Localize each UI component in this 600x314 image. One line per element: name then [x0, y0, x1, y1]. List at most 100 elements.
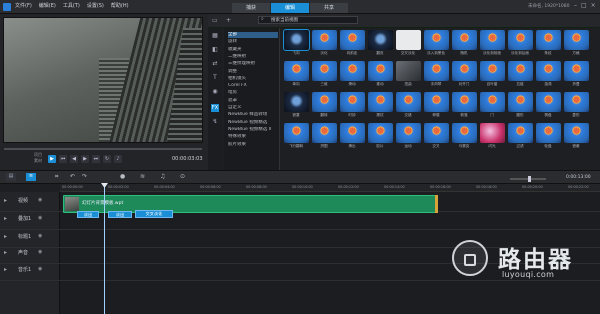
folder-item[interactable]: NewBlue 视频精选 II — [228, 127, 278, 133]
transition-thumbnail[interactable] — [536, 92, 561, 112]
zoom-knob[interactable] — [528, 176, 531, 182]
transition-thumbnail[interactable] — [452, 92, 477, 112]
folder-item[interactable]: NewBlue 视频精选 — [228, 120, 278, 126]
player-timecode[interactable]: 00:00:03:03 — [172, 156, 203, 162]
minimize-icon[interactable]: – — [574, 2, 577, 9]
transition-thumbnail[interactable] — [508, 92, 533, 112]
undo-icon[interactable]: ↶ — [70, 173, 75, 180]
transition-thumbnail[interactable] — [424, 61, 449, 81]
transition-thumbnail[interactable] — [536, 61, 561, 81]
transition-thumbnail[interactable] — [564, 61, 589, 81]
track-visibility-icon[interactable]: ◉ — [38, 197, 42, 203]
title-icon[interactable]: T — [211, 74, 219, 82]
folder-item[interactable]: 旋转 — [228, 39, 278, 45]
track-toggle-icon[interactable]: ▸ — [4, 249, 7, 256]
add-icon[interactable]: + — [226, 17, 231, 24]
transition-thumbnail[interactable] — [508, 123, 533, 143]
prev-frame-icon[interactable]: ◀ — [70, 155, 78, 163]
transition-thumbnail[interactable] — [312, 61, 337, 81]
transition-thumbnail[interactable] — [368, 92, 393, 112]
folder-item[interactable]: 遮罩 — [228, 98, 278, 104]
folder-item[interactable]: 胶片效果 — [228, 142, 278, 148]
motion-track-icon[interactable]: ⊙ — [180, 173, 185, 180]
folder-item[interactable]: 收藏夹 — [228, 47, 278, 53]
transition-thumbnail[interactable] — [536, 123, 561, 143]
tracks-manager-icon[interactable]: ⌗ — [55, 173, 58, 181]
transition-thumbnail[interactable] — [283, 29, 310, 51]
transition-thumbnail[interactable] — [284, 61, 309, 81]
track-visibility-icon[interactable]: ◉ — [38, 249, 42, 255]
transition-thumbnail[interactable] — [424, 30, 449, 50]
transition-thumbnail[interactable] — [340, 61, 365, 81]
transition-thumbnail[interactable] — [564, 30, 589, 50]
transition-thumbnail[interactable] — [452, 30, 477, 50]
transition-thumbnail[interactable] — [340, 123, 365, 143]
menu-edit[interactable]: 编辑(E) — [39, 2, 56, 11]
menu-file[interactable]: 文件(F) — [15, 2, 32, 11]
auto-music-icon[interactable]: ♫ — [160, 173, 165, 180]
timeline-view-icon[interactable]: ≡ — [26, 173, 36, 181]
transition-thumbnail[interactable] — [340, 92, 365, 112]
maximize-icon[interactable]: □ — [581, 2, 587, 9]
transition-thumbnail[interactable] — [396, 92, 421, 112]
transition-thumbnail[interactable] — [396, 123, 421, 143]
transition-thumbnail[interactable] — [480, 123, 505, 143]
clip-mode-label[interactable]: 素材 — [34, 158, 42, 164]
transition-thumbnail[interactable] — [480, 61, 505, 81]
record-icon[interactable]: ● — [120, 173, 125, 180]
close-icon[interactable]: × — [591, 2, 596, 9]
instant-project-icon[interactable]: ◧ — [211, 46, 219, 54]
path-icon[interactable]: ↯ — [211, 118, 219, 126]
transition-thumbnail[interactable] — [368, 30, 393, 50]
transition-thumbnail[interactable] — [312, 92, 337, 112]
folder-item[interactable]: 三维纹理映射 — [228, 61, 278, 67]
folder-item[interactable]: 调整 — [228, 69, 278, 75]
mixer-icon[interactable]: ≋ — [140, 173, 145, 180]
transition-thumbnail[interactable] — [312, 30, 337, 50]
repeat-icon[interactable]: ↻ — [103, 155, 111, 163]
transition-thumbnail[interactable] — [536, 30, 561, 50]
folder-item[interactable]: 暗房 — [228, 90, 278, 96]
transition-thumbnail[interactable] — [312, 123, 337, 143]
track-visibility-icon[interactable]: ◉ — [38, 215, 42, 221]
transition-thumbnail[interactable] — [424, 92, 449, 112]
transition-thumbnail[interactable] — [396, 61, 421, 81]
folder-item[interactable]: 自定义 — [228, 105, 278, 111]
end-icon[interactable]: ⏭ — [92, 155, 100, 163]
track-visibility-icon[interactable]: ◉ — [38, 266, 42, 272]
transition-thumbnail[interactable] — [508, 61, 533, 81]
transition-icon[interactable]: ⇄ — [211, 60, 219, 68]
menu-tools[interactable]: 工具(T) — [63, 2, 80, 11]
tab-edit[interactable]: 编辑 — [271, 3, 309, 13]
transition-thumbnail[interactable] — [340, 30, 365, 50]
transition-thumbnail[interactable] — [452, 61, 477, 81]
folder-item[interactable]: NewBlue 样品转场 — [228, 112, 278, 118]
folder-item[interactable]: 全部 — [228, 32, 278, 39]
timeline-ruler[interactable] — [60, 184, 600, 192]
transition-thumbnail[interactable] — [284, 123, 309, 143]
track-toggle-icon[interactable]: ▸ — [4, 197, 7, 204]
transition-thumbnail[interactable] — [564, 92, 589, 112]
search-input[interactable]: 搜索当前视图 — [258, 16, 358, 24]
transition-block[interactable]: 交叉淡化 — [135, 210, 173, 218]
transition-thumbnail[interactable] — [564, 123, 589, 143]
transition-thumbnail[interactable] — [480, 30, 505, 50]
clip-end-marker[interactable] — [435, 195, 438, 213]
storyboard-view-icon[interactable]: ▤ — [6, 173, 16, 181]
transition-thumbnail[interactable] — [396, 30, 421, 50]
folder-item[interactable]: 相机镜头 — [228, 76, 278, 82]
redo-icon[interactable]: ↷ — [82, 173, 87, 180]
playhead[interactable] — [104, 184, 105, 314]
folder-item[interactable]: 特殊效果 — [228, 134, 278, 140]
folder-item[interactable]: 二维映射 — [228, 54, 278, 60]
filter-icon[interactable]: FX — [211, 104, 219, 112]
transition-thumbnail[interactable] — [452, 123, 477, 143]
next-frame-icon[interactable]: ▶ — [81, 155, 89, 163]
transition-block[interactable]: 淡出 — [108, 211, 132, 218]
transition-block[interactable]: 淡出 — [77, 211, 99, 218]
home-icon[interactable]: ⏮ — [59, 155, 67, 163]
volume-icon[interactable]: ♪ — [114, 155, 122, 163]
menu-settings[interactable]: 设置(S) — [87, 2, 104, 11]
tab-capture[interactable]: 捕获 — [232, 3, 270, 13]
preview-video[interactable] — [3, 17, 203, 143]
